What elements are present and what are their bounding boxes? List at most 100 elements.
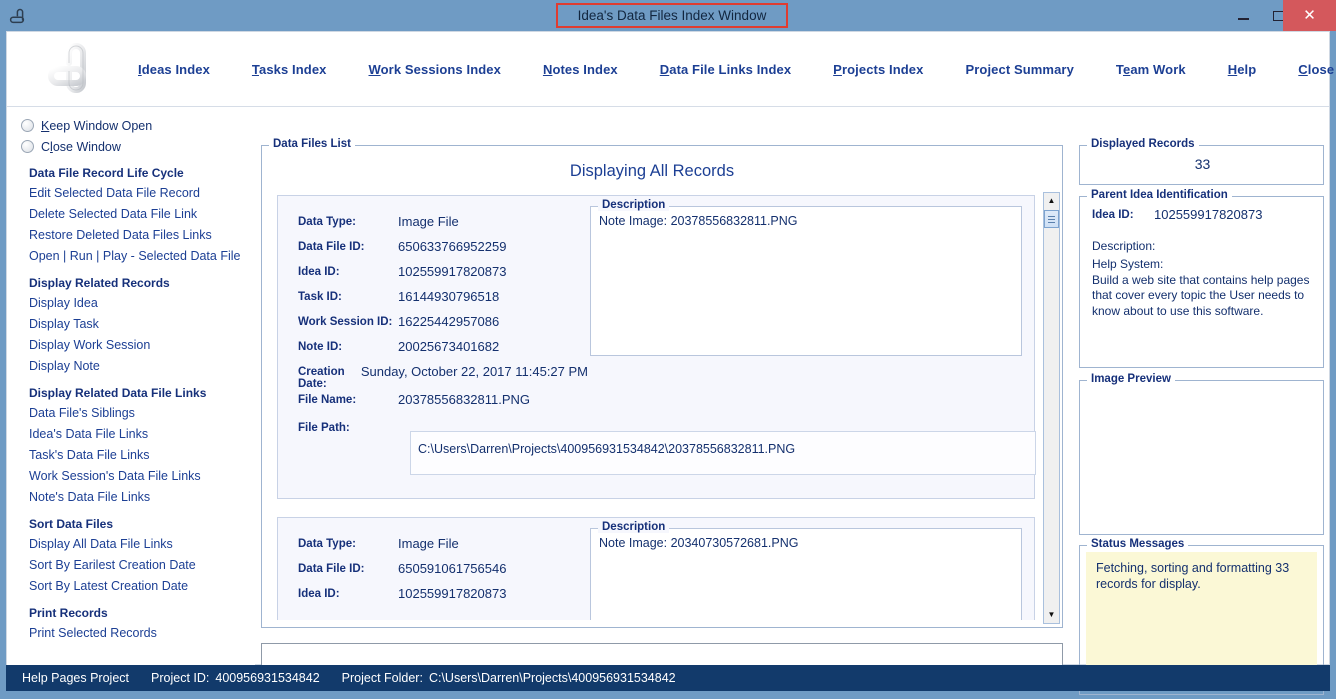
sidebar-heading-life-cycle: Data File Record Life Cycle	[29, 166, 184, 180]
scrollbar-grip-icon	[1048, 216, 1055, 217]
table-row[interactable]: Data Type: Image File Data File ID: 650591…	[277, 517, 1035, 620]
sidebar-item-delete-selected-data-file-link[interactable]: Delete Selected Data File Link	[7, 204, 255, 225]
sidebar-item-display-note[interactable]: Display Note	[7, 356, 255, 377]
parent-idea-identification-group: Parent Idea Identification Idea ID: 1025…	[1079, 189, 1324, 368]
scroll-up-arrow-icon[interactable]: ▲	[1044, 193, 1059, 209]
minimize-icon	[1237, 17, 1249, 20]
sidebar-heading-print-records: Print Records	[29, 606, 108, 620]
records-scroll-region[interactable]: Data Type: Image File Data File ID: 650633…	[269, 195, 1055, 620]
menu-item-notes-index[interactable]: Notes Index	[522, 62, 639, 77]
sidebar-item-edit-selected-data-file-record[interactable]: Edit Selected Data File Record	[7, 183, 255, 204]
sidebar-item-tasks-data-file-links[interactable]: Task's Data File Links	[7, 445, 255, 466]
status-project-folder-label: Project Folder:	[341, 671, 423, 685]
sidebar-item-sort-by-earliest-creation-date[interactable]: Sort By Earilest Creation Date	[7, 555, 255, 576]
file-path-box: C:\Users\Darren\Projects\400956931534842…	[410, 431, 1036, 475]
sidebar-item-display-work-session[interactable]: Display Work Session	[7, 335, 255, 356]
status-messages-legend: Status Messages	[1087, 538, 1189, 550]
window-title: Idea's Data Files Index Window	[577, 8, 767, 23]
parent-idea-description-title: Help System:	[1092, 257, 1164, 271]
menu-label-close-program: lose Program	[1307, 61, 1336, 77]
sidebar-item-notes-data-file-links[interactable]: Note's Data File Links	[7, 487, 255, 508]
radio-label-keep-window-open: Keep Window Open	[41, 118, 153, 133]
sidebar-item-print-selected-records[interactable]: Print Selected Records	[7, 623, 255, 644]
radio-keep-window-open[interactable]: Keep Window Open	[7, 115, 255, 136]
field-label-idea-id: Idea ID:	[298, 266, 340, 278]
menu-item-close-program[interactable]: Close Program	[1277, 62, 1336, 77]
field-label-data-file-id: Data File ID:	[298, 563, 365, 575]
menu-label-tasks-index: asks Index	[259, 61, 327, 77]
close-button[interactable]: ✕	[1283, 0, 1336, 31]
sidebar-item-ideas-data-file-links[interactable]: Idea's Data File Links	[7, 424, 255, 445]
radio-icon[interactable]	[21, 119, 34, 132]
radio-icon[interactable]	[21, 140, 34, 153]
vertical-scrollbar[interactable]: ▲ ▼	[1043, 192, 1060, 624]
menu-item-team-work[interactable]: Team Work	[1095, 62, 1207, 77]
sidebar-item-open-run-play-selected-data-file[interactable]: Open | Run | Play - Selected Data File	[7, 246, 255, 267]
client-area: Ideas Index Tasks Index Work Sessions In…	[6, 31, 1336, 695]
displayed-records-legend: Displayed Records	[1087, 138, 1199, 150]
parent-idea-id-value: 102559917820873	[1154, 207, 1263, 222]
scrollbar-thumb[interactable]	[1044, 210, 1059, 228]
radio-label-close-window: Close Window	[41, 139, 121, 154]
close-icon: ✕	[1303, 7, 1316, 24]
table-row[interactable]: Data Type: Image File Data File ID: 650633…	[277, 195, 1036, 499]
field-label-creation-date: Creation Date:	[298, 366, 345, 390]
description-text: Note Image: 20378556832811.PNG	[599, 214, 798, 228]
sidebar-item-sort-by-latest-creation-date[interactable]: Sort By Latest Creation Date	[7, 576, 255, 597]
menu-item-work-sessions-index[interactable]: Work Sessions Index	[348, 62, 522, 77]
sidebar-item-work-sessions-data-file-links[interactable]: Work Session's Data File Links	[7, 466, 255, 487]
menu-item-data-file-links-index[interactable]: Data File Links Index	[639, 62, 812, 77]
sidebar-item-data-files-siblings[interactable]: Data File's Siblings	[7, 403, 255, 424]
sidebar-item-display-idea[interactable]: Display Idea	[7, 293, 255, 314]
image-preview-group: Image Preview	[1079, 373, 1324, 535]
menu-item-help[interactable]: Help	[1207, 62, 1278, 77]
app-logo-icon	[9, 6, 29, 26]
app-logo-large-icon	[43, 38, 101, 100]
list-title: Displaying All Records	[569, 162, 735, 180]
sidebar-heading-display-related-records: Display Related Records	[29, 276, 170, 290]
sidebar-item-display-task[interactable]: Display Task	[7, 314, 255, 335]
radio-close-window[interactable]: Close Window	[7, 136, 255, 157]
header-bar: Ideas Index Tasks Index Work Sessions In…	[7, 32, 1336, 107]
field-label-data-file-id: Data File ID:	[298, 241, 365, 253]
left-sidebar: Keep Window Open Close Window Data File …	[7, 107, 255, 665]
menu-label-projects-index: rojects Index	[841, 61, 924, 77]
sidebar-item-restore-deleted-data-files-links[interactable]: Restore Deleted Data Files Links	[7, 225, 255, 246]
menu-item-project-summary[interactable]: Project Summary	[944, 62, 1094, 77]
field-value-data-type: Image File	[398, 536, 459, 551]
menu-item-tasks-index[interactable]: Tasks Index	[231, 62, 348, 77]
displayed-records-group: Displayed Records 33	[1079, 138, 1324, 185]
sidebar-item-display-all-data-file-links[interactable]: Display All Data File Links	[7, 534, 255, 555]
search-input[interactable]	[261, 643, 1063, 667]
status-project-name: Help Pages Project	[22, 671, 130, 685]
scroll-down-arrow-icon[interactable]: ▼	[1044, 607, 1059, 623]
field-label-file-name: File Name:	[298, 394, 357, 406]
data-files-list-group: Data Files List Displaying All Records D…	[261, 138, 1063, 628]
menu-item-ideas-index[interactable]: Ideas Index	[117, 62, 231, 77]
field-value-work-session-id: 16225442957086	[398, 314, 500, 329]
field-label-work-session-id: Work Session ID:	[298, 316, 393, 328]
field-label-note-id: Note ID:	[298, 341, 343, 353]
field-value-file-name: 20378556832811.PNG	[398, 392, 531, 407]
menu-label-project-summary: ect Summary	[991, 61, 1074, 77]
parent-idea-description-label: Description:	[1092, 239, 1156, 253]
displayed-records-value: 33	[1194, 156, 1211, 172]
field-label-data-type: Data Type:	[298, 538, 356, 550]
application-window: Idea's Data Files Index Window ✕ Ideas I…	[0, 0, 1336, 699]
record-fields: Data Type: Image File Data File ID: 650633…	[298, 214, 588, 448]
parent-idea-id-label: Idea ID:	[1092, 209, 1134, 221]
menu-label-data-file-links-index: ata File Links Index	[669, 61, 792, 77]
description-group: Description Note Image: 20378556832811.P…	[590, 199, 1022, 356]
field-value-note-id: 20025673401682	[398, 339, 500, 354]
menu-label-notes-index: otes Index	[552, 61, 618, 77]
field-label-idea-id: Idea ID:	[298, 588, 340, 600]
sidebar-heading-display-related-data-file-links: Display Related Data File Links	[29, 386, 207, 400]
menu-label-team-work: am Work	[1130, 61, 1186, 77]
description-legend: Description	[598, 199, 670, 211]
status-project-folder-value: C:\Users\Darren\Projects\400956931534842	[428, 671, 676, 685]
parent-idea-id-row: Idea ID: 102559917820873	[1092, 207, 1262, 222]
menu-item-projects-index[interactable]: Projects Index	[812, 62, 944, 77]
description-text: Note Image: 20340730572681.PNG	[599, 536, 799, 550]
menu-label-work-sessions-index: ork Sessions Index	[380, 61, 501, 77]
field-value-idea-id: 102559917820873	[398, 586, 507, 601]
